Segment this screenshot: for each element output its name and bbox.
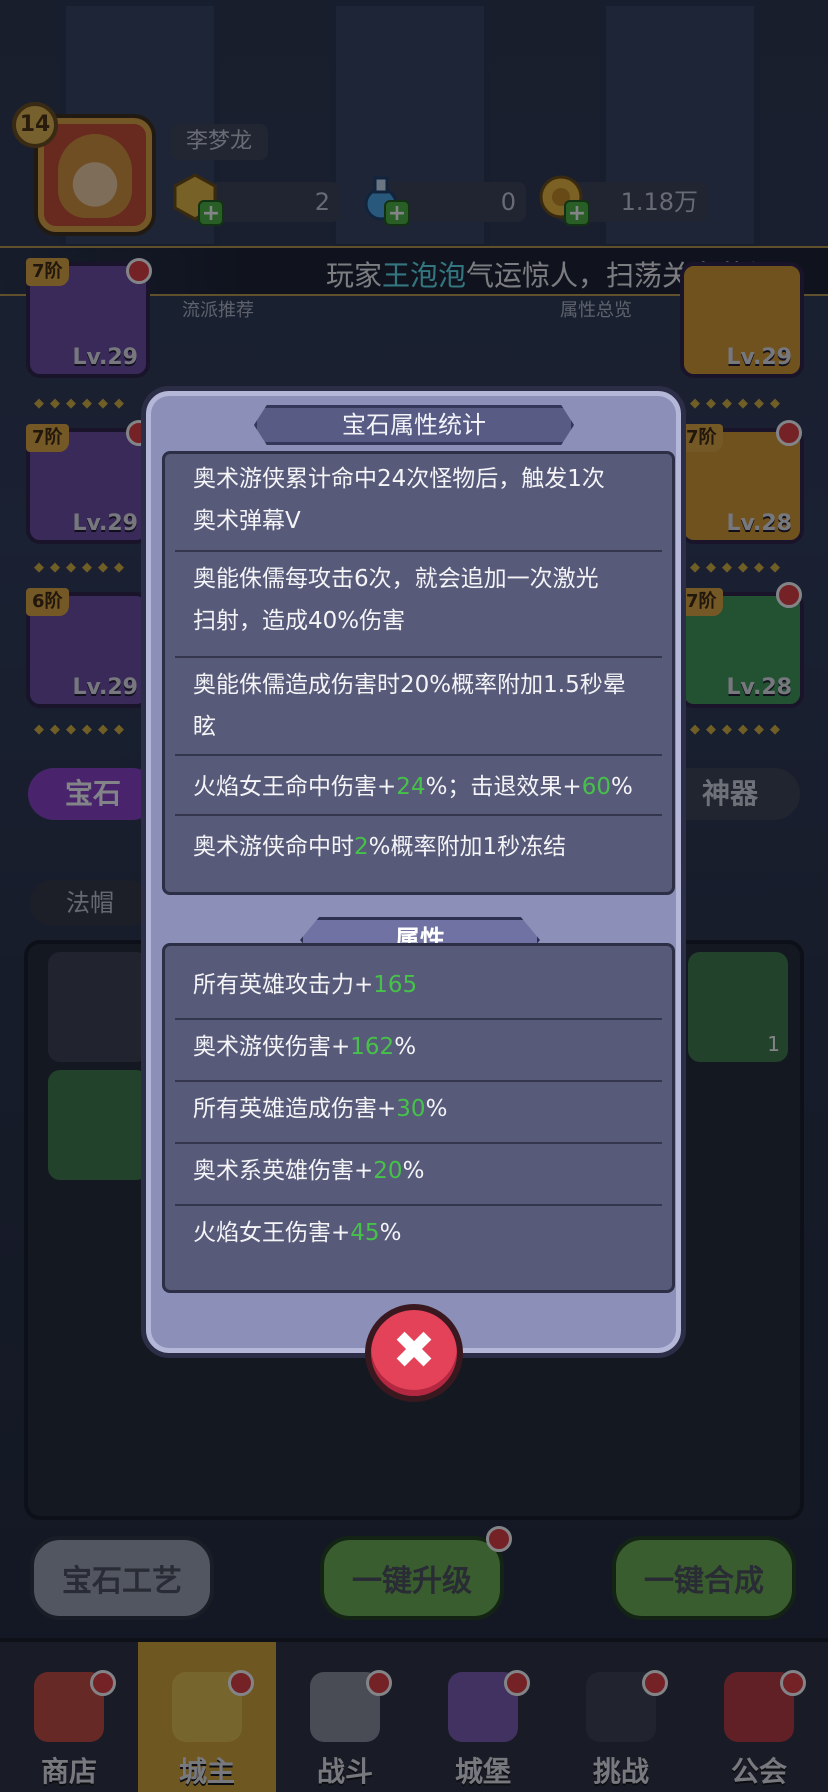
- attribute-value: 30: [396, 1096, 426, 1122]
- effect-text: 奥术游侠累计命中24次怪物后，触发1次: [193, 466, 605, 492]
- attribute-label: 奥术游侠伤害+: [193, 1034, 351, 1060]
- divider: [175, 1142, 662, 1144]
- effect-text: %概率附加1秒冻结: [368, 834, 567, 860]
- close-icon: ✖: [392, 1321, 436, 1381]
- attribute-value: 162: [350, 1034, 395, 1060]
- effect-row: 火焰女王命中伤害+24%；击退效果+60%: [165, 766, 672, 808]
- effect-text: 火焰女王命中伤害+: [193, 774, 397, 800]
- attribute-unit: %: [379, 1220, 402, 1246]
- effect-text: 扫射，造成40%伤害: [193, 608, 406, 634]
- divider: [175, 1204, 662, 1206]
- divider: [175, 1018, 662, 1020]
- effect-value: 2: [354, 834, 369, 860]
- divider: [175, 1080, 662, 1082]
- modal-title: 宝石属性统计: [254, 405, 574, 445]
- effect-value: 60: [581, 774, 611, 800]
- effect-text: 眩: [193, 714, 216, 740]
- gem-effects-list: 奥术游侠累计命中24次怪物后，触发1次 奥术弹幕V 奥能侏儒每攻击6次，就会追加…: [162, 451, 675, 895]
- gem-stats-modal: 宝石属性统计 奥术游侠累计命中24次怪物后，触发1次 奥术弹幕V 奥能侏儒每攻击…: [141, 386, 686, 1358]
- attribute-value: 165: [373, 972, 418, 998]
- effect-row: 奥能侏儒造成伤害时20%概率附加1.5秒晕 眩: [165, 664, 672, 748]
- effect-text: 奥能侏儒每攻击6次，就会追加一次激光: [193, 566, 599, 592]
- effect-text: 奥能侏儒造成伤害时20%概率附加1.5秒晕: [193, 672, 626, 698]
- effect-value: 24: [396, 774, 426, 800]
- effect-text: %: [610, 774, 633, 800]
- attribute-value: 20: [373, 1158, 403, 1184]
- divider: [175, 754, 662, 756]
- divider: [175, 550, 662, 552]
- attribute-row: 所有英雄攻击力+165: [165, 964, 672, 1006]
- attribute-row: 火焰女王伤害+45%: [165, 1212, 672, 1254]
- close-button[interactable]: ✖: [365, 1304, 463, 1402]
- divider: [175, 814, 662, 816]
- attributes-list: 所有英雄攻击力+165 奥术游侠伤害+162% 所有英雄造成伤害+30% 奥术系…: [162, 943, 675, 1293]
- effect-text: 奥术游侠命中时: [193, 834, 354, 860]
- divider: [175, 656, 662, 658]
- effect-text: 奥术弹幕V: [193, 508, 301, 534]
- attribute-label: 奥术系英雄伤害+: [193, 1158, 374, 1184]
- attribute-label: 火焰女王伤害+: [193, 1220, 351, 1246]
- effect-row: 奥术游侠命中时2%概率附加1秒冻结: [165, 826, 672, 868]
- attribute-row: 奥术游侠伤害+162%: [165, 1026, 672, 1068]
- attribute-row: 所有英雄造成伤害+30%: [165, 1088, 672, 1130]
- attribute-row: 奥术系英雄伤害+20%: [165, 1150, 672, 1192]
- attribute-unit: %: [402, 1158, 425, 1184]
- attribute-label: 所有英雄造成伤害+: [193, 1096, 397, 1122]
- attribute-unit: %: [425, 1096, 448, 1122]
- attribute-unit: %: [394, 1034, 417, 1060]
- attribute-value: 45: [350, 1220, 380, 1246]
- effect-row: 奥能侏儒每攻击6次，就会追加一次激光 扫射，造成40%伤害: [165, 558, 672, 642]
- effect-text: %；击退效果+: [425, 774, 582, 800]
- effect-row: 奥术游侠累计命中24次怪物后，触发1次 奥术弹幕V: [165, 458, 672, 542]
- attribute-label: 所有英雄攻击力+: [193, 972, 374, 998]
